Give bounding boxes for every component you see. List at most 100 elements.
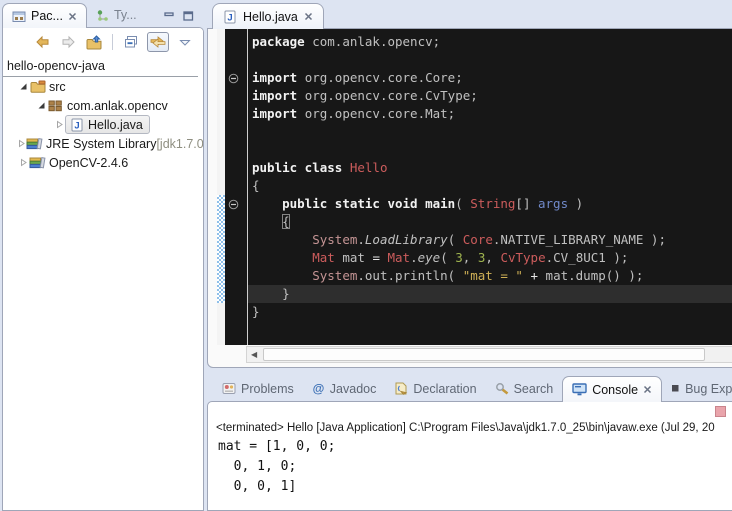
tree-item-label: hello-opencv-java [7, 59, 105, 73]
project-tree[interactable]: hello-opencv-java src com.anlak.opencv JHel… [3, 54, 203, 172]
expander-expanded-icon[interactable] [17, 82, 29, 91]
tab-bug-explorer[interactable]: Bug Explorer [662, 376, 732, 401]
tab-label: Problems [241, 382, 294, 396]
expander-collapsed-icon[interactable] [17, 139, 26, 148]
link-with-editor-icon[interactable] [147, 32, 169, 52]
minimize-icon[interactable] [164, 11, 175, 21]
tab-label: Console [592, 383, 638, 397]
library-icon [26, 137, 43, 150]
tab-declaration[interactable]: Declaration [385, 376, 485, 401]
tree-item-label: JRE System Library [46, 137, 156, 151]
fold-gutter-line [225, 303, 247, 321]
tree-item-package[interactable]: com.anlak.opencv [3, 96, 203, 115]
tab-label: Ty... [114, 8, 137, 22]
scroll-left-icon[interactable]: ◀ [247, 350, 261, 359]
code-line: } [248, 285, 732, 303]
horizontal-scrollbar[interactable]: ◀ [246, 346, 732, 363]
fold-gutter-line [225, 87, 247, 105]
fold-gutter [225, 29, 247, 345]
fold-minus-icon[interactable] [225, 195, 247, 213]
tree-item-hello-java[interactable]: JHello.java [3, 115, 203, 134]
tab-package-explorer[interactable]: Pac... [2, 3, 87, 28]
editor-tabbar: J Hello.java [207, 2, 732, 28]
tab-problems[interactable]: Problems [213, 376, 303, 401]
view-window-controls [164, 11, 204, 27]
fold-gutter-line [225, 123, 247, 141]
code-line: import org.opencv.core.CvType; [248, 87, 732, 105]
package-explorer-toolbar [3, 28, 203, 54]
bottom-view-tabbar: Problems @JavadocDeclaration Search Console… [207, 374, 732, 401]
close-icon[interactable] [304, 12, 313, 21]
method-range-indicator [217, 195, 225, 303]
tab-javadoc[interactable]: @Javadoc [303, 376, 386, 401]
declaration-icon [394, 382, 408, 395]
code-line [248, 141, 732, 159]
fold-gutter-line [225, 141, 247, 159]
fold-gutter-line [225, 159, 247, 177]
up-icon[interactable] [84, 33, 104, 51]
tree-item-label: com.anlak.opencv [67, 99, 168, 113]
fold-gutter-line [225, 267, 247, 285]
selected-item-box: JHello.java [65, 115, 150, 134]
problems-icon [222, 382, 236, 395]
fold-gutter-line [225, 33, 247, 51]
left-view-tabbar: Pac... Ty... [2, 2, 204, 27]
svg-text:J: J [74, 120, 79, 131]
console-toolbar [208, 402, 732, 422]
search-icon [495, 382, 509, 395]
terminate-icon[interactable] [715, 406, 726, 417]
tree-item-project[interactable]: hello-opencv-java [3, 56, 198, 77]
console-output-line: mat = [1, 0, 0; [218, 437, 732, 457]
svg-text:@: @ [312, 382, 324, 395]
svg-text:J: J [227, 12, 232, 23]
forward-icon[interactable] [58, 33, 78, 51]
code-line: import org.opencv.core.Mat; [248, 105, 732, 123]
type-hierarchy-icon [96, 9, 109, 22]
tree-item-decoration: [jdk1.7.0_25] [156, 137, 204, 151]
expander-collapsed-icon[interactable] [17, 158, 29, 167]
close-icon[interactable] [68, 12, 77, 21]
view-menu-icon[interactable] [175, 33, 195, 51]
expander-expanded-icon[interactable] [35, 101, 47, 110]
console-status: <terminated> Hello [Java Application] C:… [208, 422, 732, 437]
code-line: { [248, 213, 732, 231]
console-output-line: 0, 1, 0; [218, 457, 732, 477]
editor-frame-padding [208, 29, 217, 345]
console-body: <terminated> Hello [Java Application] C:… [207, 401, 732, 511]
scrollbar-thumb[interactable] [263, 348, 705, 361]
close-icon[interactable] [643, 385, 652, 394]
code-line [248, 123, 732, 141]
fold-gutter-line [225, 249, 247, 267]
fold-gutter-line [225, 213, 247, 231]
annotation-ruler [217, 29, 225, 345]
tab-hello-java[interactable]: J Hello.java [212, 3, 324, 29]
library-icon [29, 156, 46, 169]
source-folder-icon [29, 80, 46, 93]
tree-item-src[interactable]: src [3, 77, 203, 96]
code-line: Mat mat = Mat.eye( 3, 3, CvType.CV_8UC1 … [248, 249, 732, 267]
fold-gutter-line [225, 285, 247, 303]
code-line: public class Hello [248, 159, 732, 177]
tree-item-jre[interactable]: JRE System Library [jdk1.7.0_25] [3, 134, 203, 153]
tab-label: Bug Explorer [685, 382, 732, 396]
fold-minus-icon[interactable] [225, 69, 247, 87]
back-icon[interactable] [32, 33, 52, 51]
collapse-all-icon[interactable] [121, 33, 141, 51]
console-output[interactable]: mat = [1, 0, 0; 0, 1, 0; 0, 0, 1] [208, 437, 732, 497]
code-line: { [248, 177, 732, 195]
tab-console[interactable]: Console [562, 376, 662, 402]
code-line [248, 51, 732, 69]
tree-item-opencv[interactable]: OpenCV-2.4.6 [3, 153, 203, 172]
code-line: import org.opencv.core.Core; [248, 69, 732, 87]
code-line: } [248, 303, 732, 321]
editor-body: package com.anlak.opencv;import org.open… [207, 28, 732, 368]
package-explorer-body: hello-opencv-java src com.anlak.opencv JHel… [2, 27, 204, 511]
editor-area: J Hello.java package com.anlak.opencv;im… [207, 2, 732, 368]
expander-collapsed-icon[interactable] [53, 120, 65, 129]
tab-type-hierarchy[interactable]: Ty... [87, 3, 146, 27]
maximize-icon[interactable] [183, 11, 194, 21]
code-editor[interactable]: package com.anlak.opencv;import org.open… [248, 29, 732, 345]
tab-search[interactable]: Search [486, 376, 563, 401]
fold-gutter-line [225, 231, 247, 249]
tab-label: Search [514, 382, 554, 396]
